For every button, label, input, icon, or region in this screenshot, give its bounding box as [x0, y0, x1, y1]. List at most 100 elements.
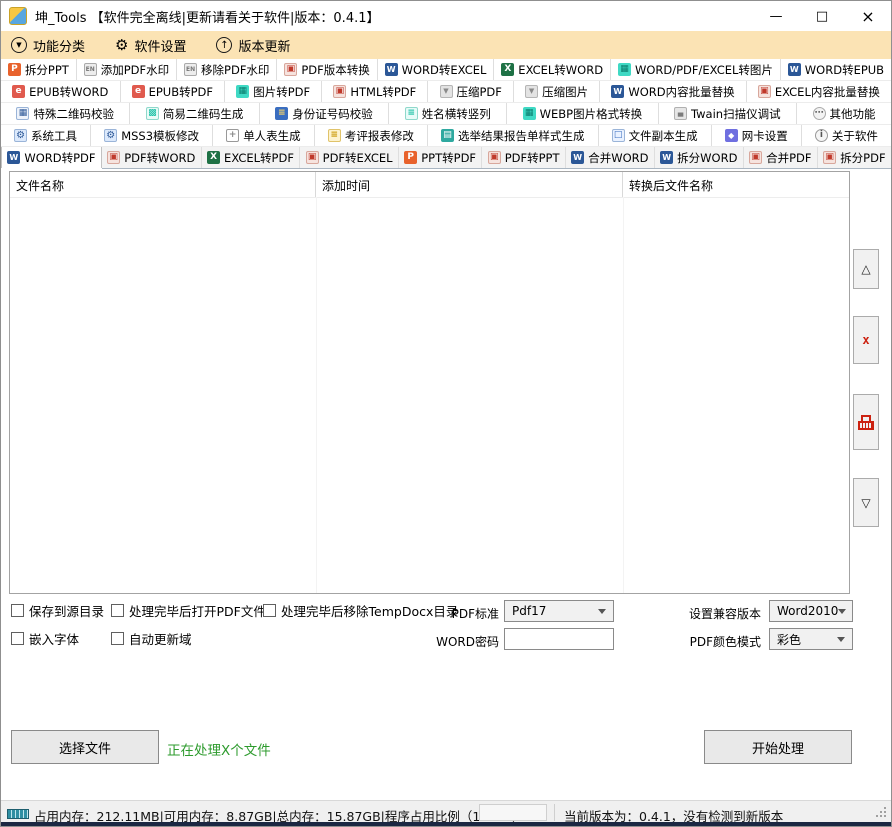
tool-tab[interactable]: eEPUB转PDF — [121, 81, 226, 102]
tool-tab[interactable]: ▦WORD/PDF/EXCEL转图片 — [611, 59, 781, 80]
column-header-add-time[interactable]: 添加时间 — [316, 172, 623, 197]
tool-tab[interactable]: □文件副本生成 — [599, 125, 712, 146]
statusbar-divider — [554, 804, 555, 821]
clipboard-icon: ▤ — [441, 129, 454, 142]
tool-tab[interactable]: ⋯其他功能 — [797, 103, 891, 124]
menu-item-label: 软件设置 — [134, 36, 186, 55]
move-down-button[interactable]: ▽ — [853, 478, 879, 527]
pdf-window-icon: ▣ — [284, 63, 297, 76]
word-password-input[interactable] — [504, 628, 614, 650]
tool-tab[interactable]: ▤选举结果报告单样式生成 — [428, 125, 599, 146]
tool-tab[interactable]: ▣EXCEL内容批量替换 — [747, 81, 891, 102]
tool-tab[interactable]: ≡身份证号码校验 — [260, 103, 389, 124]
column-header-filename[interactable]: 文件名称 — [10, 172, 316, 197]
tool-tab[interactable]: ⚙MSS3模板修改 — [91, 125, 213, 146]
compat-version-select[interactable]: Word2010 — [769, 600, 853, 622]
pdf-window-icon: ▣ — [306, 151, 319, 164]
tool-tab[interactable]: XEXCEL转PDF — [202, 147, 301, 168]
tool-tab[interactable]: ▦图片转PDF — [225, 81, 322, 102]
checkbox-auto-update-fields[interactable]: 自动更新域 — [111, 630, 192, 646]
pdf-standard-select[interactable]: Pdf17 — [504, 600, 614, 622]
tool-tab[interactable]: ⚙系统工具 — [1, 125, 91, 146]
tool-tab[interactable]: W拆分WORD — [655, 147, 744, 168]
tool-tab-label: 特殊二维码校验 — [33, 106, 114, 122]
tool-tab[interactable]: P拆分PPT — [1, 59, 77, 80]
processing-status-text: 正在处理X个文件 — [167, 739, 271, 759]
tool-tab[interactable]: WWORD转PDF — [1, 147, 102, 168]
close-button[interactable]: × — [845, 1, 891, 31]
tool-tab-label: WORD/PDF/EXCEL转图片 — [635, 62, 773, 78]
remove-file-button[interactable]: x — [853, 316, 879, 364]
tool-tab[interactable]: ≡考评报表修改 — [315, 125, 428, 146]
menu-item-version-update[interactable]: ↑版本更新 — [216, 36, 290, 55]
maximize-icon: □ — [816, 9, 828, 24]
checkbox-label: 自动更新域 — [129, 629, 192, 648]
file-copy-icon: □ — [612, 129, 625, 142]
column-header-output-filename[interactable]: 转换后文件名称 — [623, 172, 849, 197]
tool-tab[interactable]: ≡姓名横转竖列 — [389, 103, 507, 124]
tool-tab[interactable]: ▦WEBP图片格式转换 — [507, 103, 658, 124]
select-files-button[interactable]: 选择文件 — [11, 730, 159, 764]
tool-tab[interactable]: ▩简易二维码生成 — [130, 103, 259, 124]
table-header: 文件名称添加时间转换后文件名称 — [10, 172, 849, 198]
move-up-button[interactable]: △ — [853, 249, 879, 289]
pdf-color-mode-select[interactable]: 彩色 — [769, 628, 853, 650]
report-icon: ≡ — [328, 129, 341, 142]
checkbox[interactable] — [11, 632, 24, 645]
minimize-button[interactable]: — — [753, 1, 799, 31]
tool-tab[interactable]: XEXCEL转WORD — [494, 59, 611, 80]
checkbox-embed-fonts[interactable]: 嵌入字体 — [11, 630, 79, 646]
tool-tab[interactable]: ▼压缩PDF — [428, 81, 514, 102]
tool-tab[interactable]: ▣合并PDF — [744, 147, 818, 168]
tool-tab[interactable]: ▣PDF转WORD — [102, 147, 202, 168]
tool-tab[interactable]: WWORD转EXCEL — [378, 59, 495, 80]
word-file-icon: W — [571, 151, 584, 164]
checkbox-open-pdf-after-process[interactable]: 处理完毕后打开PDF文件 — [111, 602, 266, 618]
tool-tab[interactable]: eEPUB转WORD — [1, 81, 121, 102]
tool-tab[interactable]: ◆网卡设置 — [712, 125, 802, 146]
tool-tab[interactable]: ▣PDF转EXCEL — [300, 147, 399, 168]
status-bar: 占用内存：212.11MB|可用内存：8.87GB|总内存：15.87GB|程序… — [1, 800, 891, 824]
tool-tab-label: 网卡设置 — [742, 128, 788, 144]
start-processing-button-label: 开始处理 — [752, 738, 804, 757]
clear-list-button[interactable] — [853, 394, 879, 450]
checkbox[interactable] — [111, 604, 124, 617]
tool-tab[interactable]: EN添加PDF水印 — [77, 59, 177, 80]
tool-tab[interactable]: WWORD内容批量替换 — [600, 81, 747, 102]
tool-tab[interactable]: i关于软件 — [802, 125, 891, 146]
word-file-icon: W — [660, 151, 673, 164]
excel-file-icon: X — [207, 151, 220, 164]
tool-tab[interactable]: ▣PDF转PPT — [482, 147, 565, 168]
tool-tab[interactable]: WWORD转EPUB — [781, 59, 891, 80]
tool-tab[interactable]: W合并WORD — [566, 147, 655, 168]
checkbox[interactable] — [11, 604, 24, 617]
tool-tab[interactable]: ▦特殊二维码校验 — [1, 103, 130, 124]
tool-tab[interactable]: EN移除PDF水印 — [177, 59, 277, 80]
tool-tab-label: EXCEL转WORD — [518, 62, 603, 78]
tool-tab[interactable]: ▣PDF版本转换 — [277, 59, 377, 80]
tool-tab[interactable]: PPPT转PDF — [399, 147, 482, 168]
tool-tab-label: 拆分PDF — [840, 150, 885, 166]
menu-item-software-settings[interactable]: ⚙软件设置 — [115, 36, 186, 55]
file-list-body[interactable] — [10, 197, 849, 593]
checkbox[interactable] — [263, 604, 276, 617]
tool-tab[interactable]: ▼压缩图片 — [514, 81, 600, 102]
menu-item-function-category[interactable]: ▼功能分类 — [11, 36, 85, 55]
word-file-icon: W — [7, 151, 20, 164]
start-processing-button[interactable]: 开始处理 — [704, 730, 852, 764]
tool-tab[interactable]: +单人表生成 — [213, 125, 315, 146]
tool-tab[interactable]: ▣拆分PDF — [818, 147, 891, 168]
tool-tab-label: MSS3模板修改 — [121, 128, 199, 144]
tool-tab[interactable]: ▣HTML转PDF — [322, 81, 428, 102]
funnel-icon: ▼ — [11, 37, 27, 53]
watermark-stamp-icon: EN — [184, 63, 197, 76]
tool-tab[interactable]: ▄Twain扫描仪调试 — [659, 103, 797, 124]
maximize-button[interactable]: □ — [799, 1, 845, 31]
resize-grip[interactable] — [884, 815, 886, 817]
tool-tab-label: EPUB转WORD — [29, 84, 108, 100]
checkbox[interactable] — [111, 632, 124, 645]
checkbox-remove-tempdocx-after-process[interactable]: 处理完毕后移除TempDocx目录 — [263, 602, 458, 618]
compat-version-label: 设置兼容版本 — [677, 605, 761, 622]
checkbox-save-to-source-dir[interactable]: 保存到源目录 — [11, 602, 104, 618]
window-title: 坤_Tools 【软件完全离线|更新请看关于软件|版本：0.4.1】 — [35, 7, 380, 26]
